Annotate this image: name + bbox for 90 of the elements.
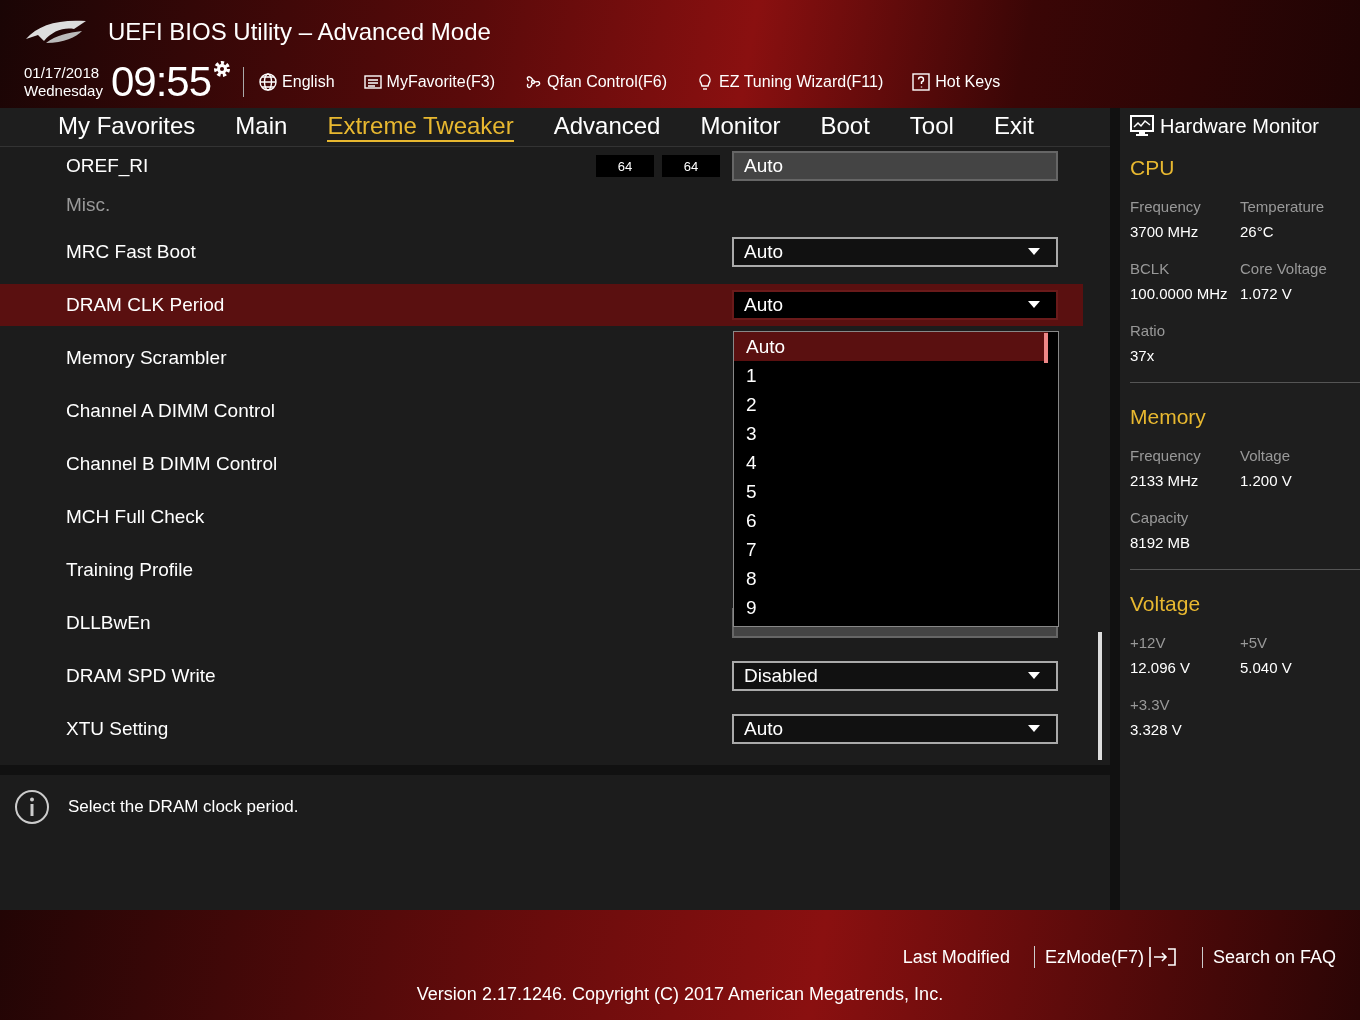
dropdown-field[interactable]: Disabled xyxy=(732,660,1058,691)
dropdown-field[interactable]: Auto xyxy=(732,289,1058,320)
setting-label: MRC Fast Boot xyxy=(66,240,197,263)
setting-label: XTU Setting xyxy=(66,717,170,740)
setting-label: Memory Scrambler xyxy=(66,346,228,369)
reading-value: 2133 MHz xyxy=(1130,472,1200,489)
panel-title: Hardware Monitor xyxy=(1160,114,1319,138)
reading-label: +3.3V xyxy=(1130,696,1171,713)
caret-icon xyxy=(1028,725,1040,732)
setting-label: DRAM SPD Write xyxy=(66,664,217,687)
reading-label: Capacity xyxy=(1130,509,1190,526)
reading-value: 1.200 V xyxy=(1240,472,1293,489)
reading-label: Frequency xyxy=(1130,198,1202,215)
reading-value: 26°C xyxy=(1240,223,1275,240)
reading-value: 8192 MB xyxy=(1130,534,1192,551)
setting-label: DRAM CLK Period xyxy=(66,293,226,316)
toolbar-button[interactable]: English xyxy=(258,72,335,92)
menu-tab[interactable]: Exit xyxy=(993,112,1034,142)
dropdown-option[interactable]: 5 xyxy=(734,477,1048,506)
reading-label: BCLK xyxy=(1130,260,1171,277)
reading-value: 12.096 V xyxy=(1130,659,1192,676)
scrollbar[interactable] xyxy=(1044,333,1048,363)
setting-label: Training Profile xyxy=(66,558,195,581)
value-field[interactable]: Auto xyxy=(732,151,1058,181)
list-icon xyxy=(362,72,383,92)
reading-value: 3.328 V xyxy=(1130,721,1183,738)
help-icon xyxy=(911,72,932,92)
reading-value: 5.040 V xyxy=(1240,659,1293,676)
footer-link[interactable]: Search on FAQ xyxy=(1201,946,1346,968)
menu-tab[interactable]: Monitor xyxy=(700,112,781,142)
toolbar-button[interactable]: MyFavorite(F3) xyxy=(362,72,495,92)
menu-tab[interactable]: My Favorites xyxy=(58,112,196,142)
section-title: Memory xyxy=(1130,405,1207,429)
dropdown-option[interactable]: 3 xyxy=(734,419,1048,448)
selected-row[interactable]: DRAM CLK Period Auto xyxy=(0,283,1083,326)
menu-tab[interactable]: Boot xyxy=(820,112,870,142)
caret-icon xyxy=(1028,248,1040,255)
menu-tab[interactable]: Extreme Tweaker xyxy=(327,112,514,142)
toolbar-button[interactable]: Qfan Control(F6) xyxy=(523,72,668,92)
monitor-icon xyxy=(1130,115,1154,137)
version-text: Version 2.17.1246. Copyright (C) 2017 American Megatrends, Inc. xyxy=(416,984,944,1005)
toolbar-button[interactable]: Hot Keys xyxy=(911,72,1001,92)
dropdown-field[interactable]: Auto xyxy=(732,236,1058,267)
setting-label: OREF_RI xyxy=(66,155,150,177)
setting-label: DLLBwEn xyxy=(66,611,152,634)
clock-time: 09:55 xyxy=(110,58,212,106)
dropdown-option[interactable]: 1 xyxy=(734,361,1048,390)
reading-label: Temperature xyxy=(1240,198,1326,215)
reading-label: Voltage xyxy=(1240,447,1292,464)
footer-link[interactable]: Last Modified xyxy=(892,946,1020,968)
footer-link[interactable]: EzMode(F7) xyxy=(1033,946,1188,968)
section-title: CPU xyxy=(1130,156,1176,180)
reading-label: +12V xyxy=(1130,634,1167,651)
toolbar-button[interactable]: EZ Tuning Wizard(F11) xyxy=(695,72,884,92)
info-icon xyxy=(14,789,50,825)
setting-label: Channel A DIMM Control xyxy=(66,399,277,422)
reading-label: Ratio xyxy=(1130,322,1167,339)
dropdown-option[interactable]: 2 xyxy=(734,390,1048,419)
section-title: Voltage xyxy=(1130,592,1202,616)
menu-tab[interactable]: Tool xyxy=(909,112,954,142)
reading-value: 1.072 V xyxy=(1240,285,1293,302)
channel-value: 64 xyxy=(596,155,654,177)
setting-label: Channel B DIMM Control xyxy=(66,452,279,475)
reading-label: +5V xyxy=(1240,634,1269,651)
dropdown-field[interactable]: Auto xyxy=(732,713,1058,744)
dropdown-option[interactable]: 6 xyxy=(734,506,1048,535)
reading-label: Frequency xyxy=(1130,447,1202,464)
reading-label: Core Voltage xyxy=(1240,260,1328,277)
window-title: UEFI BIOS Utility – Advanced Mode xyxy=(108,18,491,46)
channel-value: 64 xyxy=(662,155,720,177)
exit-icon xyxy=(1147,946,1178,968)
menu-tab[interactable]: Main xyxy=(235,112,288,142)
globe-icon xyxy=(258,72,279,92)
caret-icon xyxy=(1028,301,1040,308)
date-text: 01/17/2018 xyxy=(24,64,101,82)
reading-value: 3700 MHz xyxy=(1130,223,1200,240)
help-text: Select the DRAM clock period. xyxy=(68,797,299,817)
menu-tab[interactable]: Advanced xyxy=(553,112,661,142)
dropdown-option[interactable]: 8 xyxy=(734,564,1048,593)
caret-icon xyxy=(1028,672,1040,679)
dropdown-option[interactable]: 9 xyxy=(734,593,1048,622)
dropdown-option[interactable]: 7 xyxy=(734,535,1048,564)
reading-value: 37x xyxy=(1130,347,1156,364)
weekday-text: Wednesday xyxy=(24,82,103,100)
dropdown-option[interactable]: Auto xyxy=(734,332,1048,361)
dropdown-option[interactable]: 4 xyxy=(734,448,1048,477)
section-label: Misc. xyxy=(66,194,112,216)
scrollbar[interactable] xyxy=(1098,632,1102,760)
setting-label: MCH Full Check xyxy=(66,505,206,528)
reading-value: 100.0000 MHz xyxy=(1130,285,1229,302)
